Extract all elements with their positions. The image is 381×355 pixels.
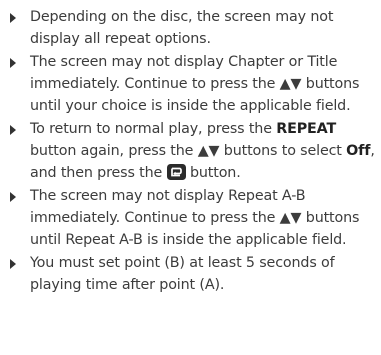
note-text: Depending on the disc, the screen may no… <box>30 9 334 47</box>
note-text: The screen may not display Chapter or Ti… <box>30 54 360 114</box>
bullet-triangle-icon <box>10 259 16 270</box>
repeat-button-name: REPEAT <box>276 121 337 138</box>
note-text: You must set point (B) at least 5 second… <box>30 255 335 293</box>
notes-list: Depending on the disc, the screen may no… <box>10 7 378 299</box>
note-text: The screen may not display Repeat A-B im… <box>30 188 360 248</box>
note-text-part: button again, press the ▲▼ buttons to se… <box>30 142 347 159</box>
list-item: The screen may not display Repeat A-B im… <box>10 186 378 251</box>
enter-button-icon <box>166 163 186 180</box>
list-item: To return to normal play, press the REPE… <box>10 119 378 184</box>
bullet-triangle-icon <box>10 192 16 203</box>
off-option-name: Off <box>346 142 371 159</box>
bullet-triangle-icon <box>10 13 16 23</box>
bullet-triangle-icon <box>10 58 16 69</box>
list-item: You must set point (B) at least 5 second… <box>10 253 378 296</box>
note-text-part: button. <box>185 164 241 181</box>
bullet-triangle-icon <box>10 125 16 136</box>
list-item: The screen may not display Chapter or Ti… <box>10 52 378 117</box>
list-item: Depending on the disc, the screen may no… <box>10 7 378 50</box>
note-text-part: To return to normal play, press the <box>30 121 277 138</box>
